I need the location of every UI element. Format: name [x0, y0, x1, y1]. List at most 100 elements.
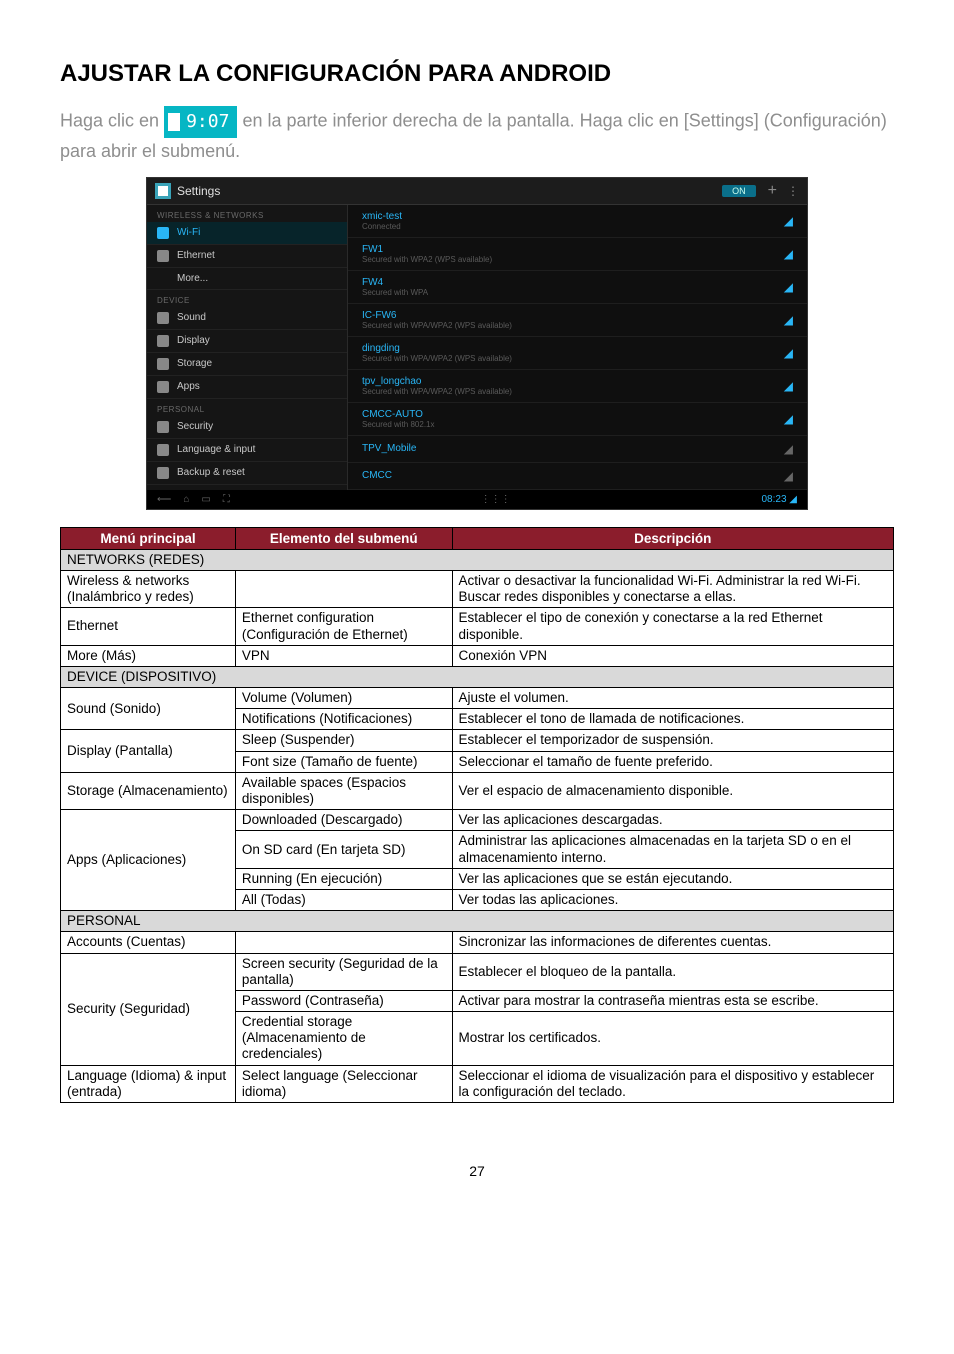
nav-security[interactable]: Security — [147, 416, 347, 439]
cell: Select language (Seleccionar idioma) — [235, 1065, 452, 1102]
cell: Ethernet — [61, 608, 236, 645]
cell: Mostrar los certificados. — [452, 1012, 894, 1066]
cell: Sincronizar las informaciones de diferen… — [452, 932, 894, 953]
cell: Storage (Almacenamiento) — [61, 772, 236, 809]
cell: Establecer el tono de llamada de notific… — [452, 709, 894, 730]
nav-display[interactable]: Display — [147, 330, 347, 353]
ethernet-icon — [157, 250, 169, 262]
signal-icon — [168, 113, 180, 131]
page-number: 27 — [60, 1163, 894, 1179]
backup-icon — [157, 467, 169, 479]
cell: Sleep (Suspender) — [235, 730, 452, 751]
cell: Password (Contraseña) — [235, 990, 452, 1011]
cell: Ajuste el volumen. — [452, 688, 894, 709]
nav-more[interactable]: More... — [147, 268, 347, 290]
intro-text: Haga clic en 9:07 en la parte inferior d… — [60, 106, 894, 166]
cell: Downloaded (Descargado) — [235, 810, 452, 831]
th-desc: Descripción — [452, 527, 894, 549]
wifi-row[interactable]: CMCC◢ — [348, 463, 807, 490]
section-personal: PERSONAL — [61, 911, 894, 932]
nav-ethernet[interactable]: Ethernet — [147, 245, 347, 268]
settings-title: Settings — [177, 184, 722, 198]
wifi-row[interactable]: dingdingSecured with WPA/WPA2 (WPS avail… — [348, 337, 807, 370]
cell: Establecer el temporizador de suspensión… — [452, 730, 894, 751]
cell: Sound (Sonido) — [61, 688, 236, 730]
back-icon[interactable]: ⟵ — [157, 494, 171, 505]
screenshot-container: Settings ON + ⋮ WIRELESS & NETWORKS Wi-F… — [60, 178, 894, 509]
sys-time: 08:23 — [761, 494, 786, 505]
wifi-signal-icon: ◢ — [784, 280, 793, 294]
recents-icon[interactable]: ▭ — [201, 494, 210, 505]
system-bar: ⟵ ⌂ ▭ ⛶ ⋮⋮⋮ 08:23 ◢ — [147, 490, 807, 509]
android-settings-screenshot: Settings ON + ⋮ WIRELESS & NETWORKS Wi-F… — [147, 178, 807, 509]
page-title: AJUSTAR LA CONFIGURACIÓN PARA ANDROID — [60, 60, 894, 88]
cell: Establecer el bloqueo de la pantalla. — [452, 953, 894, 990]
nav-language[interactable]: Language & input — [147, 439, 347, 462]
config-table: Menú principal Elemento del submenú Desc… — [60, 527, 894, 1103]
cell: Screen security (Seguridad de la pantall… — [235, 953, 452, 990]
wifi-network-list: xmic-testConnected◢ FW1Secured with WPA2… — [348, 205, 807, 490]
section-device: DEVICE (DISPOSITIVO) — [61, 666, 894, 687]
settings-icon — [155, 183, 171, 199]
storage-icon — [157, 358, 169, 370]
section-networks: NETWORKS (REDES) — [61, 549, 894, 570]
wifi-toggle-on[interactable]: ON — [722, 185, 756, 197]
cell: All (Todas) — [235, 889, 452, 910]
wifi-signal-icon: ◢ — [784, 442, 793, 456]
home-icon[interactable]: ⌂ — [183, 494, 189, 505]
wifi-row[interactable]: CMCC-AUTOSecured with 802.1x◢ — [348, 403, 807, 436]
th-submenu: Elemento del submenú — [235, 527, 452, 549]
cell — [235, 932, 452, 953]
cell: Seleccionar el tamaño de fuente preferid… — [452, 751, 894, 772]
cell: Establecer el tipo de conexión y conecta… — [452, 608, 894, 645]
wifi-signal-icon: ◢ — [784, 346, 793, 360]
screenshot-icon[interactable]: ⛶ — [223, 494, 230, 505]
wifi-signal-icon: ◢ — [784, 379, 793, 393]
sound-icon — [157, 312, 169, 324]
overflow-menu-icon[interactable]: ⋮ — [787, 184, 799, 198]
wifi-row[interactable]: xmic-testConnected◢ — [348, 205, 807, 238]
language-icon — [157, 444, 169, 456]
wifi-row[interactable]: IC-FW6Secured with WPA/WPA2 (WPS availab… — [348, 304, 807, 337]
nav-apps[interactable]: Apps — [147, 376, 347, 399]
wifi-row[interactable]: tpv_longchaoSecured with WPA/WPA2 (WPS a… — [348, 370, 807, 403]
settings-nav: WIRELESS & NETWORKS Wi-Fi Ethernet More.… — [147, 205, 348, 490]
cell: Available spaces (Espacios disponibles) — [235, 772, 452, 809]
cell: Ver el espacio de almacenamiento disponi… — [452, 772, 894, 809]
cell: Ver las aplicaciones descargadas. — [452, 810, 894, 831]
wifi-row[interactable]: FW4Secured with WPA◢ — [348, 271, 807, 304]
cell: Font size (Tamaño de fuente) — [235, 751, 452, 772]
wifi-status-icon: ◢ — [789, 494, 797, 505]
cell: More (Más) — [61, 645, 236, 666]
nav-wifi[interactable]: Wi-Fi — [147, 222, 347, 245]
lock-icon — [157, 421, 169, 433]
cell: Conexión VPN — [452, 645, 894, 666]
cell: Wireless & networks (Inalámbrico y redes… — [61, 570, 236, 607]
cell: Notifications (Notificaciones) — [235, 709, 452, 730]
cell: Display (Pantalla) — [61, 730, 236, 772]
nav-storage[interactable]: Storage — [147, 353, 347, 376]
cell: Security (Seguridad) — [61, 953, 236, 1065]
nav-backup[interactable]: Backup & reset — [147, 462, 347, 485]
app-drawer-icon[interactable]: ⋮⋮⋮ — [481, 494, 511, 505]
cell: Credential storage (Almacenamiento de cr… — [235, 1012, 452, 1066]
cell: Ver las aplicaciones que se están ejecut… — [452, 868, 894, 889]
cell: On SD card (En tarjeta SD) — [235, 831, 452, 868]
intro-part1: Haga clic en — [60, 111, 164, 131]
cell — [235, 570, 452, 607]
cell: Administrar las aplicaciones almacenadas… — [452, 831, 894, 868]
cell: Activar o desactivar la funcionalidad Wi… — [452, 570, 894, 607]
th-main: Menú principal — [61, 527, 236, 549]
nav-section-wireless: WIRELESS & NETWORKS — [147, 205, 347, 222]
wifi-signal-icon: ◢ — [784, 214, 793, 228]
cell: Activar para mostrar la contraseña mient… — [452, 990, 894, 1011]
cell: Volume (Volumen) — [235, 688, 452, 709]
add-network-icon[interactable]: + — [768, 182, 777, 200]
wifi-row[interactable]: TPV_Mobile◢ — [348, 436, 807, 463]
cell: Seleccionar el idioma de visualización p… — [452, 1065, 894, 1102]
wifi-row[interactable]: FW1Secured with WPA2 (WPS available)◢ — [348, 238, 807, 271]
wifi-signal-icon: ◢ — [784, 412, 793, 426]
wifi-signal-icon: ◢ — [784, 247, 793, 261]
nav-sound[interactable]: Sound — [147, 307, 347, 330]
cell: Language (Idioma) & input (entrada) — [61, 1065, 236, 1102]
